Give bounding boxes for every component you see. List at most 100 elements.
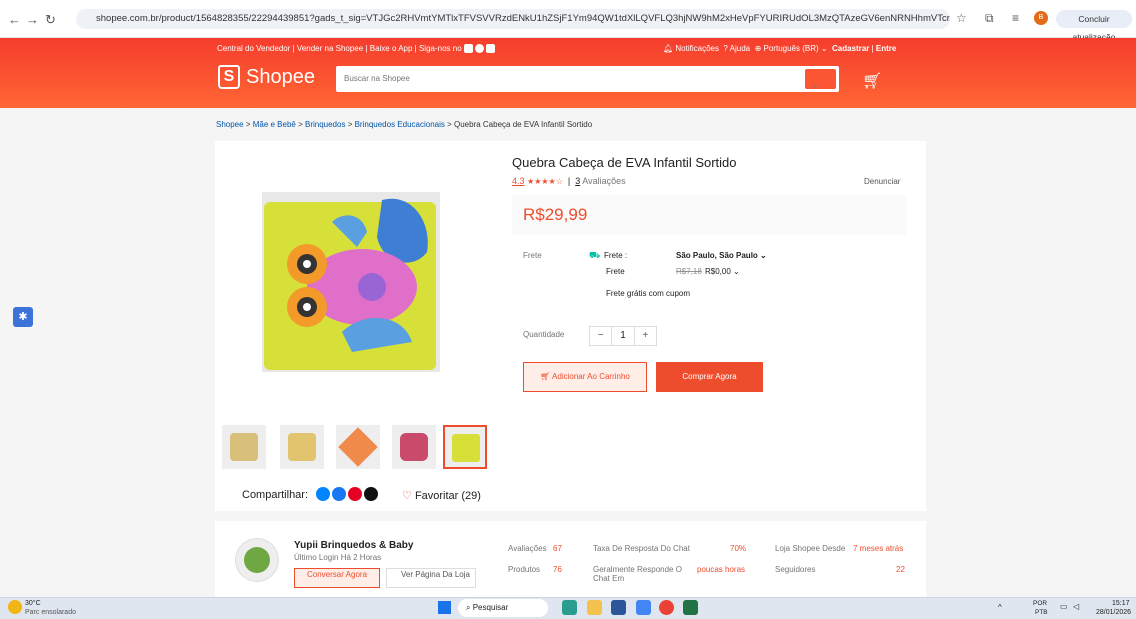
login-link[interactable]: Entre: [876, 44, 896, 53]
cart-icon[interactable]: 🛒︎: [862, 71, 882, 91]
quantity-label: Quantidade: [523, 330, 565, 339]
heart-icon: ♡: [402, 490, 412, 502]
thumbnail-5[interactable]: [443, 425, 487, 469]
help-link[interactable]: Ajuda: [730, 44, 750, 53]
stat-value: poucas horas: [697, 565, 746, 574]
quantity-input[interactable]: 1: [611, 327, 635, 345]
free-shipping-text: Frete grátis com cupom: [606, 289, 691, 298]
truck-icon: ⛟: [589, 250, 601, 260]
thumbnail-2[interactable]: [280, 425, 324, 469]
thumbnail-1[interactable]: [222, 425, 266, 469]
cart-plus-icon: 🛒︎: [540, 372, 551, 381]
shipping-sub-label: Frete :: [604, 251, 628, 260]
taskbar-search-input[interactable]: ⌕ Pesquisar: [458, 599, 548, 617]
search-button[interactable]: ⌕: [805, 69, 836, 91]
taskbar-search-label: ⌕ Pesquisar: [466, 603, 509, 612]
view-shop-label: Ver Página Da Loja: [401, 570, 470, 579]
search-placeholder: Buscar na Shopee: [344, 74, 410, 83]
shipping-destination[interactable]: São Paulo, São Paulo ⌄: [676, 251, 767, 260]
help-icon: ?: [723, 44, 728, 53]
volume-icon[interactable]: ◁: [1073, 602, 1079, 611]
seller-center-link[interactable]: Central do Vendedor: [217, 44, 290, 53]
clock-date: 28/01/2026: [1096, 609, 1132, 616]
stat-value: 22: [896, 565, 905, 574]
update-button[interactable]: Concluir atualização: [1056, 10, 1132, 42]
view-shop-button[interactable]: Ver Página Da Loja: [386, 568, 476, 588]
file-explorer-icon[interactable]: [587, 600, 602, 615]
sell-link[interactable]: Vender na Shopee: [297, 44, 363, 53]
url-text: shopee.com.br/product/1564828355/2229443…: [96, 13, 950, 24]
app-icon[interactable]: [562, 600, 577, 615]
windows-start-icon[interactable]: [438, 601, 451, 614]
weather-temp: 30°C: [25, 600, 41, 607]
product-main-image[interactable]: [262, 192, 440, 372]
favorite-button[interactable]: ♡ Favoritar (29): [402, 489, 481, 502]
chat-label: Conversar Agora: [306, 570, 368, 579]
shop-last-login: Último Login Há 2 Horas: [294, 553, 382, 562]
stat-label: Geralmente Responde O Chat Em: [593, 565, 682, 583]
back-icon[interactable]: ←: [8, 12, 21, 27]
thumbnail-3[interactable]: [336, 425, 380, 469]
breadcrumb-home[interactable]: Shopee: [216, 120, 244, 129]
thumbnail-4[interactable]: [392, 425, 436, 469]
messenger-icon[interactable]: [316, 487, 330, 501]
extensions-icon[interactable]: ⧉: [985, 11, 994, 26]
tray-chevron-icon[interactable]: ^: [998, 603, 1002, 612]
whatsapp-icon[interactable]: [475, 44, 485, 54]
app-link[interactable]: Baixe o App: [370, 44, 413, 53]
search-input[interactable]: Buscar na Shopee ⌕: [336, 66, 839, 92]
quantity-decrease-button[interactable]: −: [590, 327, 611, 345]
shopee-bag-letter: S: [223, 68, 235, 85]
browser-toolbar: ← → ↻ shopee.com.br/product/1564828355/2…: [0, 0, 1136, 42]
shipping-cost-label: Frete: [606, 267, 625, 276]
rating-value[interactable]: 4.3: [512, 176, 525, 186]
facebook-icon[interactable]: [332, 487, 346, 501]
search-icon: ⌕: [813, 82, 818, 91]
shop-avatar[interactable]: [235, 538, 279, 582]
network-icon[interactable]: ▭: [1060, 602, 1068, 611]
weather-icon[interactable]: [8, 600, 22, 614]
language-indicator[interactable]: POR: [1033, 600, 1047, 607]
app-icon[interactable]: [636, 600, 651, 615]
breadcrumb-subcategory[interactable]: Brinquedos: [305, 120, 345, 129]
add-to-cart-button[interactable]: 🛒︎ Adicionar Ao Carrinho: [523, 362, 647, 392]
profile-avatar[interactable]: B: [1034, 11, 1048, 25]
follow-label: Siga-nos no: [418, 44, 462, 53]
breadcrumb-category[interactable]: Mãe e Bebê: [253, 120, 296, 129]
signup-link[interactable]: Cadastrar: [832, 44, 869, 53]
chrome-icon[interactable]: [659, 600, 674, 615]
language-select[interactable]: Português (BR): [764, 44, 819, 53]
x-twitter-icon[interactable]: [364, 487, 378, 501]
tiktok-icon[interactable]: [486, 44, 496, 54]
breadcrumb-current: Quebra Cabeça de EVA Infantil Sortido: [454, 120, 593, 129]
reading-list-icon[interactable]: ≡: [1012, 11, 1019, 25]
puzzle-image: [264, 198, 436, 370]
excel-icon[interactable]: [683, 600, 698, 615]
shipping-old-price: R$7,18: [676, 267, 702, 276]
reload-icon[interactable]: ↻: [45, 12, 56, 28]
bookmark-star-icon[interactable]: ☆: [956, 11, 967, 25]
chat-button[interactable]: Conversar Agora: [294, 568, 380, 588]
forward-icon[interactable]: →: [26, 12, 39, 27]
weather-desc: Parc ensolarado: [25, 609, 76, 616]
word-icon[interactable]: [611, 600, 626, 615]
clock-time[interactable]: 15:17: [1112, 600, 1130, 607]
shipping-new-price[interactable]: R$0,00 ⌄: [705, 267, 740, 276]
notifications-link[interactable]: Notificações: [675, 44, 719, 53]
pinterest-icon[interactable]: [348, 487, 362, 501]
buy-now-button[interactable]: Comprar Agora: [656, 362, 763, 392]
profile-avatar-letter: B: [1038, 14, 1044, 21]
shipping-destination-text: São Paulo, São Paulo: [676, 251, 758, 260]
product-price: R$29,99: [523, 205, 588, 224]
reviews-count[interactable]: 3: [575, 176, 580, 186]
accessibility-icon[interactable]: ✱: [13, 307, 33, 327]
instagram-icon[interactable]: [463, 44, 473, 54]
product-title: Quebra Cabeça de EVA Infantil Sortido: [512, 155, 737, 170]
quantity-increase-button[interactable]: +: [635, 327, 656, 345]
shipping-label: Frete: [523, 251, 542, 260]
address-bar[interactable]: shopee.com.br/product/1564828355/2229443…: [76, 9, 950, 29]
shopee-logo[interactable]: S Shopee: [218, 65, 315, 89]
breadcrumb-subsubcategory[interactable]: Brinquedos Educacionais: [355, 120, 445, 129]
report-link[interactable]: Denunciar: [864, 177, 900, 186]
shop-name[interactable]: Yupii Brinquedos & Baby: [294, 540, 413, 551]
